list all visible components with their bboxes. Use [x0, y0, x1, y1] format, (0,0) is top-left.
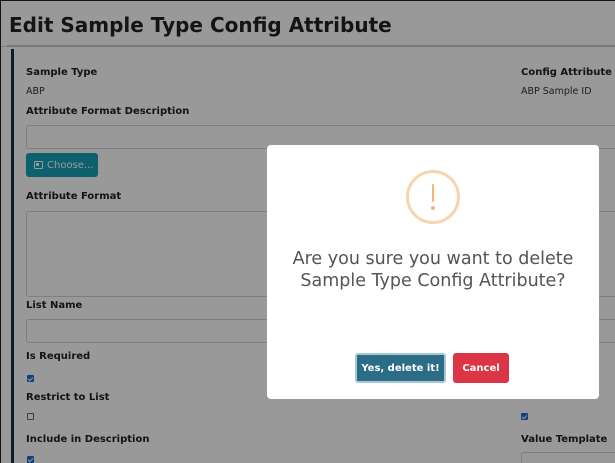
cancel-button[interactable]: Cancel — [453, 353, 509, 383]
warning-icon — [406, 170, 460, 224]
dialog-message: Are you sure you want to delete Sample T… — [292, 249, 574, 291]
confirm-delete-dialog: Are you sure you want to delete Sample T… — [267, 145, 599, 399]
confirm-delete-button[interactable]: Yes, delete it! — [355, 353, 446, 383]
